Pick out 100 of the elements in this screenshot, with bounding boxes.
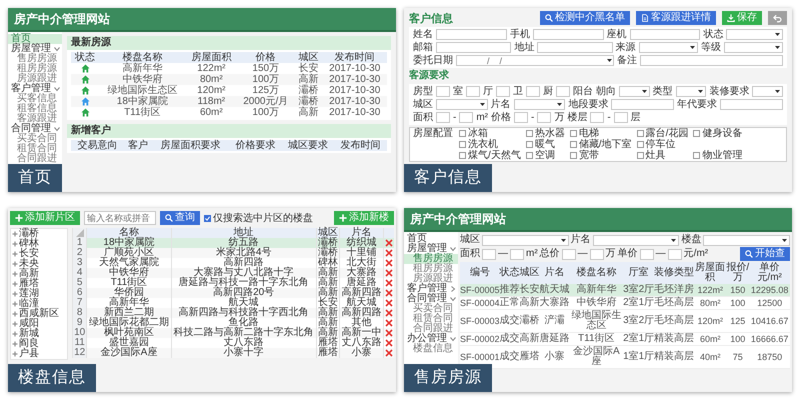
sidebar-item[interactable]: 客户管理: [8, 84, 62, 94]
tree-item[interactable]: 西咸新区: [11, 309, 67, 319]
checkbox[interactable]: [636, 130, 644, 137]
dropdown[interactable]: [619, 86, 650, 97]
checkbox[interactable]: [526, 152, 533, 159]
tree-item[interactable]: 咸阳: [11, 319, 67, 329]
date-field[interactable]: ____/__/__: [456, 55, 614, 66]
back-button[interactable]: [768, 11, 787, 25]
delete-icon[interactable]: [384, 269, 393, 277]
text-field[interactable]: [459, 112, 474, 123]
text-field[interactable]: [562, 248, 576, 260]
tree-item[interactable]: 长安: [11, 249, 67, 259]
text-field[interactable]: [466, 86, 480, 97]
delete-icon[interactable]: [384, 349, 393, 357]
sidebar-item[interactable]: 办公管理: [404, 334, 458, 344]
checkbox[interactable]: [636, 141, 644, 148]
table-row[interactable]: 2 广顺苑小区 米家北路4号 灞桥 十里铺: [72, 248, 394, 258]
delete-icon[interactable]: [384, 329, 393, 337]
text-field[interactable]: [668, 248, 682, 260]
text-field[interactable]: [614, 112, 628, 123]
text-field[interactable]: [510, 248, 524, 260]
search-field[interactable]: 输入名称或拼音: [84, 211, 156, 225]
text-field[interactable]: [537, 42, 613, 53]
text-field[interactable]: [482, 248, 496, 260]
sidebar-item[interactable]: 合同跟进: [8, 154, 62, 164]
checkbox[interactable]: [570, 141, 577, 148]
sidebar-item[interactable]: 合同管理: [404, 294, 458, 304]
table-row[interactable]: 10 枫叶苑南区 科技二路与高新二路十字东北角 高新 高新一中: [72, 328, 394, 338]
sidebar-item[interactable]: 房源跟进: [404, 274, 458, 284]
dropdown[interactable]: [752, 86, 784, 97]
delete-icon[interactable]: [384, 309, 393, 317]
delete-icon[interactable]: [384, 249, 393, 257]
sidebar-item[interactable]: 合同管理: [8, 124, 62, 134]
query-button[interactable]: 开始查: [740, 247, 790, 261]
sidebar-item[interactable]: 售房房源: [8, 54, 62, 64]
table-row[interactable]: 1 18中家属院 纺五路 灞桥 纺织城: [72, 238, 394, 248]
table-row[interactable]: SF-00004正常高新大寨路 中铁华府 2室1厅毛坯高层 80m² 100 12500: [460, 296, 790, 310]
tree-item[interactable]: 新城: [11, 329, 67, 339]
sidebar-item[interactable]: 租客信息: [8, 104, 62, 114]
sidebar-item[interactable]: 合同跟进: [404, 324, 458, 334]
sidebar-item[interactable]: 房屋管理: [404, 244, 458, 254]
sidebar-item[interactable]: 售房房源: [404, 254, 458, 264]
tree-item[interactable]: 雁塔: [11, 279, 67, 289]
delete-icon[interactable]: [384, 339, 393, 347]
checkbox[interactable]: [693, 130, 700, 137]
blacklist-check-button[interactable]: 检测中介黑名单: [540, 11, 630, 25]
sidebar-item[interactable]: 房屋管理: [8, 44, 62, 54]
text-field[interactable]: [532, 29, 604, 40]
table-row[interactable]: 12 金沙国际A座 小寨十字 雁塔 小寨: [72, 348, 394, 358]
text-field[interactable]: [526, 86, 540, 97]
sidebar-item[interactable]: 租房房源: [8, 64, 62, 74]
delete-icon[interactable]: [384, 289, 393, 297]
checkbox[interactable]: [459, 141, 466, 148]
checkbox[interactable]: [636, 152, 644, 159]
tree-item[interactable]: 阎良: [11, 339, 67, 349]
table-row[interactable]: 4 中铁华府 大寨路与丈八北路十字 高新 大寨路: [72, 268, 394, 278]
text-field[interactable]: [436, 112, 450, 123]
table-row[interactable]: SF-00005推荐长安航天城 高新年华 3室2厅毛坯洋房 122m² 150 12295.08: [460, 284, 790, 296]
tree-item[interactable]: 临潼: [11, 299, 67, 309]
tree-item[interactable]: 碑林: [11, 239, 67, 249]
text-field[interactable]: [590, 248, 604, 260]
text-field[interactable]: [436, 86, 450, 97]
text-field[interactable]: [720, 99, 783, 110]
sidebar-item[interactable]: 房源跟进: [8, 74, 62, 84]
text-field[interactable]: [640, 248, 654, 260]
tree-item[interactable]: 户县: [11, 349, 67, 359]
sidebar-item[interactable]: 首页: [8, 34, 62, 44]
checkbox[interactable]: [570, 130, 577, 137]
text-field[interactable]: [556, 86, 570, 97]
delete-icon[interactable]: [384, 259, 393, 267]
text-field[interactable]: [537, 112, 552, 123]
text-field[interactable]: [436, 29, 507, 40]
text-field[interactable]: [640, 55, 783, 66]
dropdown[interactable]: [676, 86, 706, 97]
text-field[interactable]: [496, 86, 510, 97]
sidebar-item[interactable]: 客户管理: [404, 284, 458, 294]
sidebar-item[interactable]: 楼盘信息: [404, 344, 458, 354]
delete-icon[interactable]: [384, 279, 393, 287]
delete-icon[interactable]: [384, 319, 393, 327]
checkbox[interactable]: [570, 152, 577, 159]
checkbox[interactable]: [526, 141, 533, 148]
tree-item[interactable]: 灞桥: [11, 229, 67, 239]
sidebar-item[interactable]: 买客信息: [8, 94, 62, 104]
sidebar-item[interactable]: 买卖合同: [404, 304, 458, 314]
text-field[interactable]: [611, 99, 674, 110]
sidebar-item[interactable]: 租房房源: [404, 264, 458, 274]
sidebar-item[interactable]: 租赁合同: [404, 314, 458, 324]
table-row[interactable]: 6 华侨园 高新四路20号 高新 高新四路: [72, 288, 394, 298]
tree-item[interactable]: 莲湖: [11, 289, 67, 299]
table-row[interactable]: 8 新西兰二期 高新四路与科技路十字西北角 高新 高新四路: [72, 308, 394, 318]
tree-item[interactable]: 未央: [11, 259, 67, 269]
checkbox[interactable]: [526, 130, 533, 137]
delete-icon[interactable]: [384, 299, 393, 307]
delete-icon[interactable]: [384, 239, 393, 247]
text-field[interactable]: [514, 112, 528, 123]
text-field[interactable]: [436, 42, 512, 53]
sidebar-item[interactable]: 客源跟进: [8, 114, 62, 124]
checkbox[interactable]: [693, 152, 700, 159]
text-field[interactable]: [590, 112, 604, 123]
checkbox[interactable]: [204, 214, 211, 222]
